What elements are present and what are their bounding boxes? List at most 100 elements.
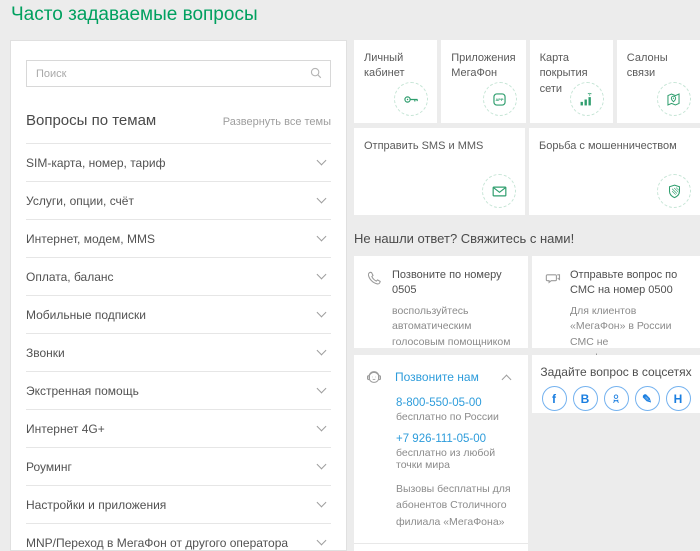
call-free-note: Вызовы бесплатны для абонентов Столичног… <box>396 481 516 530</box>
tile-label: Салоны связи <box>627 51 690 82</box>
call-us-body: 8-800-550-05-00 бесплатно по России +7 9… <box>354 387 528 530</box>
chevron-up-icon <box>502 374 512 384</box>
chevron-down-icon <box>317 308 327 318</box>
chevron-down-icon <box>317 536 327 546</box>
pencil-glyph: ✎ <box>642 393 652 405</box>
topic-row-4g[interactable]: Интернет 4G+ <box>26 410 331 448</box>
tile-label: Отправить SMS и MMS <box>364 139 515 154</box>
chevron-down-icon <box>317 422 327 432</box>
svg-text:APP: APP <box>496 97 504 102</box>
odnoklassniki-glyph <box>609 392 623 406</box>
contact-card-text: Позвоните по номеру 0505 воспользуйтесь … <box>392 268 518 338</box>
search-input[interactable] <box>26 60 331 87</box>
letter-h-glyph: H <box>674 393 683 405</box>
tile-label: Борьба с мошенничеством <box>539 139 690 154</box>
topic-label: Интернет, модем, MMS <box>26 232 155 246</box>
tile-label: Приложения МегаФон <box>451 51 515 82</box>
page-title: Часто задаваемые вопросы <box>11 4 258 26</box>
icon-circle <box>570 82 604 116</box>
contact-card-call-0505: Позвоните по номеру 0505 воспользуйтесь … <box>354 256 528 348</box>
quick-tiles-row-2: Отправить SMS и MMS Борьба с мошенничест… <box>354 128 700 215</box>
contact-card-title: Отправьте вопрос по СМС на номер 0500 <box>570 268 690 298</box>
topic-row-emergency[interactable]: Экстренная помощь <box>26 372 331 410</box>
chevron-down-icon <box>317 498 327 508</box>
expand-all-link[interactable]: Развернуть все темы <box>223 116 331 128</box>
tile-label: Личный кабинет <box>364 51 427 82</box>
icon-circle: APP <box>483 82 517 116</box>
topic-label: Оплата, баланс <box>26 270 114 284</box>
topic-label: Звонки <box>26 346 65 360</box>
topic-label: Экстренная помощь <box>26 384 139 398</box>
vk-icon[interactable]: B <box>573 386 598 411</box>
phone-icon <box>364 269 384 289</box>
tile-personal-account[interactable]: Личный кабинет <box>354 40 437 123</box>
tile-anti-fraud[interactable]: Борьба с мошенничеством <box>529 128 700 215</box>
icon-circle <box>482 174 516 208</box>
phone-number-moscow[interactable]: +7 926-111-05-00 <box>396 433 516 445</box>
coverage-signal-icon <box>577 90 596 109</box>
quick-tiles-row-1: Личный кабинет Приложения МегаФон APP <box>354 40 700 123</box>
call-us-header[interactable]: Позвоните нам <box>354 355 528 387</box>
chevron-down-icon <box>317 270 327 280</box>
topic-label: Услуги, опции, счёт <box>26 194 134 208</box>
topic-label: Интернет 4G+ <box>26 422 105 436</box>
search-box <box>26 60 331 87</box>
chevron-down-icon <box>317 156 327 166</box>
topics-header-row: Вопросы по темам Развернуть все темы <box>26 112 331 129</box>
icon-circle <box>657 174 691 208</box>
odnoklassniki-icon[interactable] <box>604 386 629 411</box>
topic-label: SIM-карта, номер, тариф <box>26 156 165 170</box>
pencil-icon[interactable]: ✎ <box>635 386 660 411</box>
contact-card-sms-0500: Отправьте вопрос по СМС на номер 0500 Дл… <box>532 256 700 348</box>
topic-row-calls[interactable]: Звонки <box>26 334 331 372</box>
vk-glyph: B <box>581 393 590 405</box>
topic-label: Роуминг <box>26 460 72 474</box>
social-heading: Задайте вопрос в соцсетях <box>532 365 700 379</box>
contact-cards-row: Позвоните по номеру 0505 воспользуйтесь … <box>354 256 700 348</box>
topic-row-internet[interactable]: Интернет, модем, MMS <box>26 220 331 258</box>
contact-card-body: воспользуйтесь автоматическим голосовым … <box>392 304 518 351</box>
tile-retail-stores[interactable]: Салоны связи <box>617 40 700 123</box>
tile-coverage-map[interactable]: Карта покрытия сети <box>530 40 613 123</box>
tile-send-sms-mms[interactable]: Отправить SMS и MMS <box>354 128 525 215</box>
write-letter-row[interactable]: Напишите нам письмо <box>354 543 528 551</box>
facebook-icon[interactable]: f <box>542 386 567 411</box>
topics-heading: Вопросы по темам <box>26 112 156 129</box>
topic-row-sim[interactable]: SIM-карта, номер, тариф <box>26 144 331 182</box>
key-icon <box>402 90 421 109</box>
topic-row-mnp[interactable]: MNP/Переход в МегаФон от другого операто… <box>26 524 331 551</box>
icon-circle <box>657 82 691 116</box>
topic-label: Мобильные подписки <box>26 308 146 322</box>
chevron-down-icon <box>317 346 327 356</box>
tile-megafon-apps[interactable]: Приложения МегаФон APP <box>441 40 525 123</box>
bottom-row: Позвоните нам 8-800-550-05-00 бесплатно … <box>354 355 700 551</box>
icon-circle <box>394 82 428 116</box>
contact-card-title: Позвоните по номеру 0505 <box>392 268 518 298</box>
topic-row-payment[interactable]: Оплата, баланс <box>26 258 331 296</box>
letter-h-icon[interactable]: H <box>666 386 691 411</box>
faq-topics-panel: Вопросы по темам Развернуть все темы SIM… <box>10 40 347 551</box>
topic-row-settings[interactable]: Настройки и приложения <box>26 486 331 524</box>
search-icon[interactable] <box>309 66 323 80</box>
call-us-title: Позвоните нам <box>395 370 479 384</box>
topic-row-services[interactable]: Услуги, опции, счёт <box>26 182 331 220</box>
social-icons-row: f B ✎ H <box>532 386 700 411</box>
right-column: Личный кабинет Приложения МегаФон APP <box>354 40 700 551</box>
chevron-down-icon <box>317 384 327 394</box>
faq-page: Часто задаваемые вопросы Вопросы по тема… <box>0 0 700 551</box>
shield-icon <box>665 182 684 201</box>
phone-number-8800[interactable]: 8-800-550-05-00 <box>396 397 516 409</box>
map-pin-icon <box>664 90 683 109</box>
contact-heading: Не нашли ответ? Свяжитесь с нами! <box>354 231 700 246</box>
chat-bubbles-icon <box>542 269 562 289</box>
contact-card-text: Отправьте вопрос по СМС на номер 0500 Дл… <box>570 268 690 338</box>
phone-note: бесплатно по России <box>396 411 516 423</box>
chevron-down-icon <box>317 460 327 470</box>
topic-row-roaming[interactable]: Роуминг <box>26 448 331 486</box>
topic-row-subscriptions[interactable]: Мобильные подписки <box>26 296 331 334</box>
envelope-icon <box>490 182 509 201</box>
facebook-glyph: f <box>552 393 556 405</box>
chevron-down-icon <box>317 194 327 204</box>
topic-label: Настройки и приложения <box>26 498 166 512</box>
call-us-panel: Позвоните нам 8-800-550-05-00 бесплатно … <box>354 355 528 551</box>
